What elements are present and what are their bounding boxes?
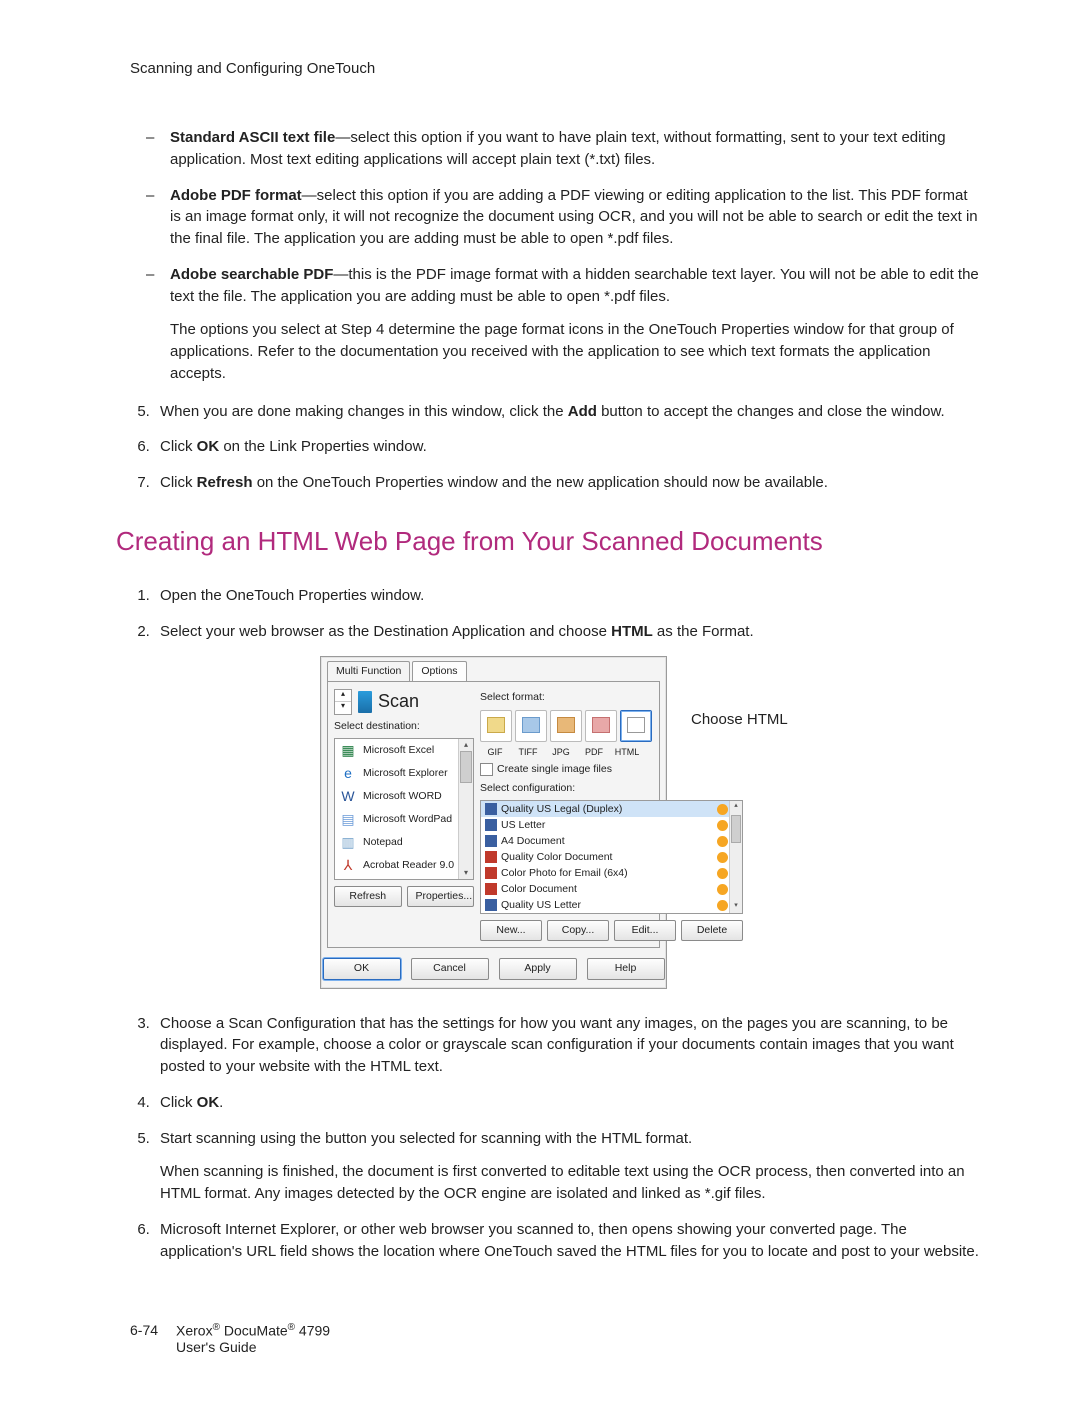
page-icon <box>485 899 497 911</box>
config-list[interactable]: Quality US Legal (Duplex) US Letter A4 D… <box>480 800 743 914</box>
list-item: ▤Microsoft WordPad <box>335 808 473 831</box>
scan-title: Scan <box>378 688 419 714</box>
gear-icon <box>717 804 728 815</box>
list-item: ⅄Acrobat Reader 9.0 <box>335 854 473 877</box>
cancel-button[interactable]: Cancel <box>411 958 489 979</box>
step-b2: Select your web browser as the Destinati… <box>154 621 980 989</box>
section-title: Creating an HTML Web Page from Your Scan… <box>116 526 980 557</box>
step-b4: Click OK. <box>154 1092 980 1114</box>
notepad-icon: ▥ <box>339 833 357 851</box>
list-item: Quality Color Document <box>481 849 742 865</box>
list-item: ▦Microsoft Excel <box>335 739 473 762</box>
ie-icon: e <box>339 764 357 782</box>
bullet-spdf-lead: Adobe searchable PDF <box>170 266 333 283</box>
label-select-config: Select configuration: <box>480 781 743 796</box>
scrollbar[interactable]: ▴▾ <box>458 739 473 879</box>
gear-icon <box>717 836 728 847</box>
tiff-icon <box>522 717 540 733</box>
gear-icon <box>717 868 728 879</box>
label-select-destination: Select destination: <box>334 719 474 734</box>
gear-icon <box>717 900 728 911</box>
copy-button[interactable]: Copy... <box>547 920 609 941</box>
gif-icon <box>487 717 505 733</box>
footer-guide: User's Guide <box>176 1339 330 1355</box>
step-b5-extra: When scanning is finished, the document … <box>160 1161 980 1205</box>
page-icon <box>485 851 497 863</box>
page-icon <box>485 867 497 879</box>
list-item: ▥Notepad <box>335 831 473 854</box>
section-steps: Open the OneTouch Properties window. Sel… <box>130 585 980 1263</box>
destination-list[interactable]: ▦Microsoft Excel eMicrosoft Explorer WMi… <box>334 738 474 880</box>
callout-choose-html: Choose HTML <box>691 656 788 730</box>
properties-button[interactable]: Properties... <box>407 886 475 907</box>
bullet-searchable-pdf: Adobe searchable PDF—this is the PDF ima… <box>170 264 980 385</box>
top-steps: When you are done making changes in this… <box>130 401 980 494</box>
gear-icon <box>717 820 728 831</box>
list-item: eMicrosoft Explorer <box>335 762 473 785</box>
format-labels: GIF TIFF JPG PDF HTML <box>480 746 743 759</box>
word-icon: W <box>339 787 357 805</box>
tab-options[interactable]: Options <box>412 661 466 681</box>
page-icon <box>485 883 497 895</box>
list-item: WMicrosoft WORD <box>335 785 473 808</box>
pdf-icon <box>592 717 610 733</box>
step-b3: Choose a Scan Configuration that has the… <box>154 1013 980 1078</box>
tab-multifunction[interactable]: Multi Function <box>327 661 410 681</box>
page-header: Scanning and Configuring OneTouch <box>130 60 980 77</box>
gear-icon <box>717 852 728 863</box>
step-5: When you are done making changes in this… <box>154 401 980 423</box>
help-button[interactable]: Help <box>587 958 665 979</box>
page-number: 6-74 <box>130 1322 176 1355</box>
format-pdf[interactable] <box>585 710 617 742</box>
step-b6: Microsoft Internet Explorer, or other we… <box>154 1219 980 1263</box>
create-single-image-checkbox[interactable]: Create single image files <box>480 762 743 777</box>
format-gif[interactable] <box>480 710 512 742</box>
bullet-ascii-lead: Standard ASCII text file <box>170 129 335 146</box>
format-bullets: Standard ASCII text file—select this opt… <box>130 127 980 385</box>
html-icon <box>627 717 645 733</box>
scan-icon <box>358 691 372 713</box>
scrollbar[interactable]: ▴▾ <box>729 801 742 913</box>
edit-button[interactable]: Edit... <box>614 920 676 941</box>
format-jpg[interactable] <box>550 710 582 742</box>
refresh-button[interactable]: Refresh <box>334 886 402 907</box>
jpg-icon <box>557 717 575 733</box>
bullet-pdf-lead: Adobe PDF format <box>170 187 302 204</box>
scan-number-spinner[interactable]: ▴▾ <box>334 689 352 715</box>
list-item: Color Document <box>481 881 742 897</box>
bullet-spdf-extra: The options you select at Step 4 determi… <box>170 319 980 384</box>
gear-icon <box>717 884 728 895</box>
page-icon <box>485 803 497 815</box>
bullet-ascii: Standard ASCII text file—select this opt… <box>170 127 980 171</box>
checkbox-icon <box>480 763 493 776</box>
bullet-pdf: Adobe PDF format—select this option if y… <box>170 185 980 250</box>
step-7: Click Refresh on the OneTouch Properties… <box>154 472 980 494</box>
list-item: Color Photo for Email (6x4) <box>481 865 742 881</box>
apply-button[interactable]: Apply <box>499 958 577 979</box>
excel-icon: ▦ <box>339 741 357 759</box>
step-b1: Open the OneTouch Properties window. <box>154 585 980 607</box>
delete-button[interactable]: Delete <box>681 920 743 941</box>
list-item: A4 Document <box>481 833 742 849</box>
list-item: Quality US Letter <box>481 897 742 913</box>
ok-button[interactable]: OK <box>323 958 401 979</box>
step-6: Click OK on the Link Properties window. <box>154 436 980 458</box>
new-button[interactable]: New... <box>480 920 542 941</box>
format-html[interactable] <box>620 710 652 742</box>
page-icon <box>485 819 497 831</box>
format-tiff[interactable] <box>515 710 547 742</box>
footer-model: Xerox® DocuMate® 4799 <box>176 1322 330 1339</box>
dialog-figure: Multi Function Options ▴▾ Scan <box>320 656 980 988</box>
page-footer: 6-74 Xerox® DocuMate® 4799 User's Guide <box>130 1322 980 1355</box>
list-item: Quality US Legal (Duplex) <box>481 801 742 817</box>
list-item: US Letter <box>481 817 742 833</box>
wordpad-icon: ▤ <box>339 810 357 828</box>
acrobat-icon: ⅄ <box>339 856 357 874</box>
step-b5: Start scanning using the button you sele… <box>154 1128 980 1205</box>
onetouch-dialog: Multi Function Options ▴▾ Scan <box>320 656 667 988</box>
page-icon <box>485 835 497 847</box>
